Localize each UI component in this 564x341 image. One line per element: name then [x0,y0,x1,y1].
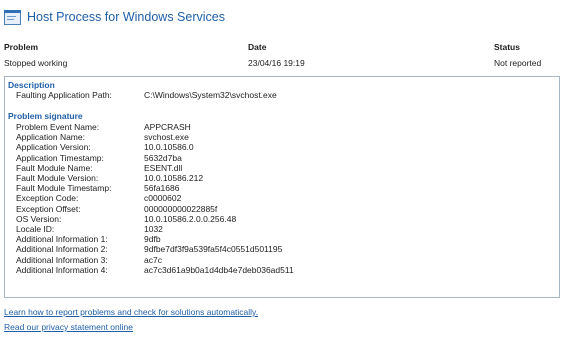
window-title: Host Process for Windows Services [27,10,225,24]
signature-row: Application Timestamp: 5632d7ba [16,153,556,163]
header-date: Date [248,42,267,52]
signature-label: Application Timestamp: [16,152,104,163]
signature-row: Additional Information 2: 9dfbe7df3f9a539… [16,244,556,254]
signature-value: 5632d7ba [144,152,182,163]
date-value: 23/04/16 19:19 [248,58,305,68]
signature-value: c0000602 [144,193,182,204]
signature-row: Locale ID: 1032 [16,224,556,234]
signature-row: Fault Module Name: ESENT.dll [16,163,556,173]
signature-title: Problem signature [8,111,83,121]
signature-label: Fault Module Name: [16,162,93,173]
signature-label: Additional Information 2: [16,244,108,255]
status-value: Not reported [494,58,542,68]
signature-label: Problem Event Name: [16,122,100,132]
report-help-link[interactable]: Learn how to report problems and check f… [4,307,258,317]
signature-label: Application Name: [16,132,85,143]
signature-label: Exception Offset: [16,203,81,214]
signature-row: Application Name: svchost.exe [16,132,556,142]
signature-value: svchost.exe [144,132,189,143]
signature-row: Fault Module Timestamp: 56fa1686 [16,183,556,193]
signature-row: Additional Information 3: ac7c [16,255,556,265]
signature-row: Additional Information 1: 9dfb [16,234,556,244]
problem-value: Stopped working [4,58,68,68]
signature-value: ESENT.dll [144,162,183,173]
description-row: Faulting Application Path: C:\Windows\Sy… [16,90,556,100]
signature-row: Exception Offset: 000000000022885f [16,204,556,214]
problem-details-panel[interactable]: Description Faulting Application Path: C… [4,76,560,298]
signature-value: 10.0.10586.212 [144,173,204,183]
description-title: Description [8,80,55,90]
signature-value: 9dfb [144,234,161,245]
signature-label: Locale ID: [16,224,55,234]
signature-label: Fault Module Timestamp: [16,183,112,194]
description-label: Faulting Application Path: [16,90,112,100]
signature-label: OS Version: [16,213,62,224]
signature-value: 9dfbe7df3f9a539fa5f4c0551d501195 [144,244,283,255]
signature-row: Fault Module Version: 10.0.10586.212 [16,173,556,183]
signature-row: OS Version: 10.0.10586.2.0.0.256.48 [16,214,556,224]
signature-value: 10.0.10586.0 [144,142,194,153]
signature-row: Exception Code: c0000602 [16,193,556,203]
signature-label: Additional Information 1: [16,234,108,245]
description-value: C:\Windows\System32\svchost.exe [144,90,277,100]
signature-value: 000000000022885f [144,203,218,214]
signature-value: 56fa1686 [144,183,180,194]
signature-label: Fault Module Version: [16,173,99,183]
signature-label: Application Version: [16,142,91,153]
signature-value: 1032 [144,224,163,234]
window-app-icon [4,9,21,25]
signature-value: APPCRASH [144,122,191,132]
window-title-bar: Host Process for Windows Services [4,6,225,28]
signature-value: ac7c3d61a9b0a1d4db4e7deb036ad511 [144,264,294,275]
signature-row: Problem Event Name: APPCRASH [16,122,556,132]
signature-value: ac7c [144,254,162,265]
signature-label: Additional Information 4: [16,264,108,275]
privacy-link[interactable]: Read our privacy statement online [4,322,133,332]
header-status: Status [494,42,520,52]
signature-row: Additional Information 4: ac7c3d61a9b0a1d… [16,265,556,275]
signature-label: Additional Information 3: [16,254,108,265]
signature-row: Application Version: 10.0.10586.0 [16,142,556,152]
header-problem: Problem [4,42,39,52]
signature-value: 10.0.10586.2.0.0.256.48 [144,213,237,224]
signature-label: Exception Code: [16,193,79,204]
